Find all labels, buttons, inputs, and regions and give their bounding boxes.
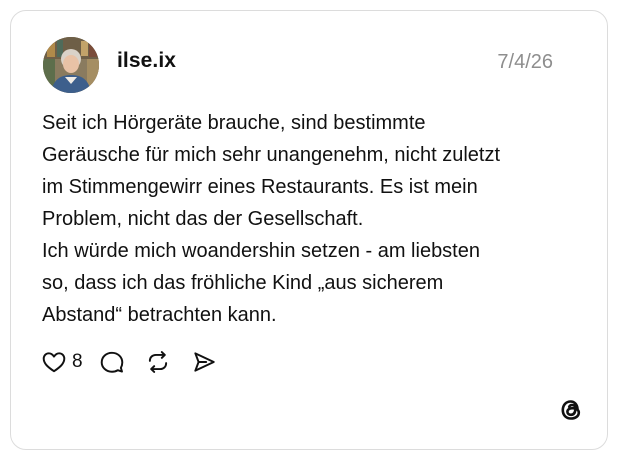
post-text-line: so, dass ich das fröhliche Kind „aus sic… xyxy=(42,272,444,294)
threads-logo-icon-svg xyxy=(561,400,581,420)
like-button[interactable]: 8 xyxy=(41,347,83,377)
repost-button[interactable] xyxy=(145,347,171,377)
action-bar: 8 xyxy=(41,347,217,377)
like-count: 8 xyxy=(72,351,83,372)
username[interactable]: ilse.ix xyxy=(117,49,176,73)
repost-icon xyxy=(148,351,167,373)
heart-icon xyxy=(42,352,66,373)
comment-bubble-icon xyxy=(100,351,123,373)
comment-button[interactable] xyxy=(99,347,125,377)
post-text-line: Geräusche für mich sehr unangenehm, nich… xyxy=(42,144,501,166)
share-button[interactable] xyxy=(191,347,217,377)
send-icon xyxy=(193,352,215,372)
avatar-photo xyxy=(43,37,99,93)
threads-logo-icon[interactable] xyxy=(557,396,585,424)
avatar[interactable] xyxy=(43,37,99,93)
post-text-line: Problem, nicht das der Gesellschaft. xyxy=(42,208,364,230)
post-text-line: im Stimmengewirr eines Restaurants. Es i… xyxy=(42,176,478,198)
post-text: Seit ich Hörgeräte brauche, sind bestimm… xyxy=(42,107,572,331)
post-text-line: Abstand“ betrachten kann. xyxy=(42,304,277,326)
post-text-line: Seit ich Hörgeräte brauche, sind bestimm… xyxy=(42,112,426,134)
post-card: ilse.ix 7/4/26 Seit ich Hörgeräte brauch… xyxy=(10,10,608,450)
post-text-line: Ich würde mich woandershin setzen - am l… xyxy=(42,240,480,262)
post-date: 7/4/26 xyxy=(497,51,553,73)
